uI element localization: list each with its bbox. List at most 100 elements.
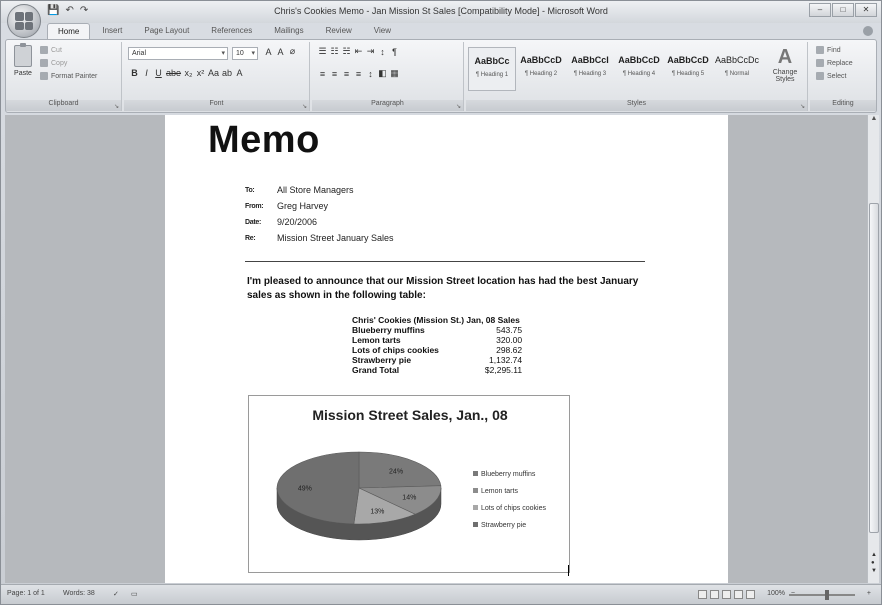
- change-case-button[interactable]: Aa: [208, 68, 219, 78]
- shading-button[interactable]: ◧: [378, 68, 387, 79]
- increase-indent-button[interactable]: ⇥: [366, 46, 375, 57]
- text-cursor: [568, 565, 569, 576]
- decrease-indent-button[interactable]: ⇤: [354, 46, 363, 57]
- clear-formatting-button[interactable]: ⌀: [288, 46, 297, 57]
- superscript-button[interactable]: x²: [196, 68, 205, 78]
- page-count[interactable]: Page: 1 of 1: [7, 590, 45, 597]
- paragraph-launcher-icon[interactable]: ↘: [456, 103, 461, 110]
- draft-icon[interactable]: [746, 590, 755, 599]
- italic-button[interactable]: I: [142, 68, 151, 78]
- tab-review[interactable]: Review: [316, 23, 362, 39]
- pie-data-label: 49%: [298, 485, 312, 492]
- minimize-button[interactable]: –: [809, 3, 831, 17]
- browse-object-icon[interactable]: ▲ ● ▼: [871, 551, 877, 575]
- align-center-button[interactable]: ≡: [330, 69, 339, 79]
- borders-button[interactable]: ▦: [390, 68, 399, 79]
- multilevel-list-button[interactable]: ☵: [342, 46, 351, 57]
- office-button[interactable]: [7, 4, 41, 38]
- justify-button[interactable]: ≡: [354, 69, 363, 79]
- style-sample: AaBbCc: [474, 56, 510, 66]
- zoom-level[interactable]: 100%: [767, 590, 785, 597]
- underline-button[interactable]: U: [154, 68, 163, 78]
- highlight-button[interactable]: ab: [222, 68, 232, 78]
- legend-swatch: [473, 471, 478, 476]
- replace-button[interactable]: Replace: [816, 59, 853, 67]
- table-row: Blueberry muffins 543.75: [350, 325, 524, 335]
- tab-home[interactable]: Home: [47, 23, 91, 39]
- tab-page-layout[interactable]: Page Layout: [134, 23, 199, 39]
- style-heading-1[interactable]: AaBbCc ¶ Heading 1: [468, 47, 516, 91]
- help-icon[interactable]: [863, 26, 873, 36]
- outline-icon[interactable]: [734, 590, 743, 599]
- change-styles-button[interactable]: A Change Styles: [770, 46, 800, 83]
- legend-swatch: [473, 488, 478, 493]
- align-right-button[interactable]: ≡: [342, 69, 351, 79]
- close-button[interactable]: ✕: [855, 3, 877, 17]
- font-format-buttons: B I U abe x₂ x² Aa ab A: [130, 68, 244, 78]
- document-area: Memo To: All Store Managers From: Greg Har…: [5, 115, 867, 583]
- style-heading-5[interactable]: AaBbCcD ¶ Heading 5: [664, 47, 712, 91]
- font-family-select[interactable]: Arial: [128, 47, 228, 60]
- strikethrough-button[interactable]: abe: [166, 68, 181, 78]
- total-row: Grand Total $2,295.11: [350, 365, 524, 375]
- select-button[interactable]: Select: [816, 72, 846, 80]
- line-spacing-button[interactable]: ↕: [366, 69, 375, 79]
- from-key: From:: [245, 203, 264, 210]
- print-layout-icon[interactable]: [698, 590, 707, 599]
- style-heading-4[interactable]: AaBbCcD ¶ Heading 4: [615, 47, 663, 91]
- tab-mailings[interactable]: Mailings: [264, 23, 313, 39]
- web-layout-icon[interactable]: [722, 590, 731, 599]
- format-painter-button[interactable]: Format Painter: [40, 72, 97, 80]
- scroll-up-icon[interactable]: ▲: [868, 115, 880, 125]
- style-heading-3[interactable]: AaBbCcI ¶ Heading 3: [566, 47, 614, 91]
- undo-icon[interactable]: ↶: [65, 5, 73, 16]
- zoom-slider-knob[interactable]: [825, 590, 829, 600]
- clipboard-launcher-icon[interactable]: ↘: [114, 103, 119, 110]
- pie-chart-svg: Mission Street Sales, Jan., 08 24% 14% 13% 4…: [276, 407, 546, 541]
- style-name: ¶ Heading 3: [573, 71, 607, 77]
- ribbon: Paste Cut Copy Format Painter Clipboard …: [5, 39, 877, 113]
- grow-font-button[interactable]: A: [264, 47, 273, 57]
- numbering-button[interactable]: ☷: [330, 46, 339, 57]
- legend-entry: Lemon tarts: [481, 488, 518, 495]
- style-heading-2[interactable]: AaBbCcD ¶ Heading 2: [517, 47, 565, 91]
- align-left-button[interactable]: ≡: [318, 69, 327, 79]
- sort-button[interactable]: ↕: [378, 47, 387, 57]
- window-controls: – □ ✕: [809, 3, 877, 17]
- tab-references[interactable]: References: [201, 23, 262, 39]
- pie-chart[interactable]: Mission Street Sales, Jan., 08 24% 14% 13% 4…: [248, 395, 570, 573]
- zoom-slider[interactable]: [789, 594, 855, 596]
- save-icon[interactable]: 💾: [47, 5, 59, 16]
- redo-icon[interactable]: ↷: [80, 5, 88, 16]
- memo-to-line: To: All Store Managers: [245, 185, 354, 196]
- tab-insert[interactable]: Insert: [92, 23, 132, 39]
- find-button[interactable]: Find: [816, 46, 841, 54]
- vertical-scrollbar[interactable]: ▲ ▲ ● ▼: [867, 115, 879, 583]
- font-color-button[interactable]: A: [235, 68, 244, 78]
- font-size-select[interactable]: 10: [232, 47, 258, 60]
- bold-button[interactable]: B: [130, 68, 139, 78]
- cut-button[interactable]: Cut: [40, 46, 62, 54]
- re-key: Re:: [245, 235, 256, 242]
- copy-button[interactable]: Copy: [40, 59, 67, 67]
- style-name: ¶ Heading 4: [622, 71, 656, 77]
- memo-date-line: Date: 9/20/2006: [245, 217, 317, 228]
- proofing-icon[interactable]: ✓: [113, 590, 119, 598]
- full-screen-reading-icon[interactable]: [710, 590, 719, 599]
- scroll-thumb[interactable]: [869, 203, 879, 533]
- word-count[interactable]: Words: 38: [63, 590, 95, 597]
- subscript-button[interactable]: x₂: [184, 68, 193, 78]
- macro-icon[interactable]: ▭: [131, 590, 138, 598]
- maximize-button[interactable]: □: [832, 3, 854, 17]
- tab-view[interactable]: View: [364, 23, 401, 39]
- document-page[interactable]: Memo To: All Store Managers From: Greg Har…: [165, 115, 728, 583]
- font-launcher-icon[interactable]: ↘: [302, 103, 307, 110]
- bullets-button[interactable]: ☰: [318, 46, 327, 57]
- window-title: Chris's Cookies Memo - Jan Mission St Sa…: [274, 6, 608, 16]
- paste-button[interactable]: Paste: [10, 43, 36, 89]
- shrink-font-button[interactable]: A: [276, 47, 285, 57]
- show-marks-button[interactable]: ¶: [390, 47, 399, 57]
- zoom-in-icon[interactable]: +: [867, 590, 871, 597]
- styles-launcher-icon[interactable]: ↘: [800, 103, 805, 110]
- style-normal[interactable]: AaBbCcDc ¶ Normal: [713, 47, 761, 91]
